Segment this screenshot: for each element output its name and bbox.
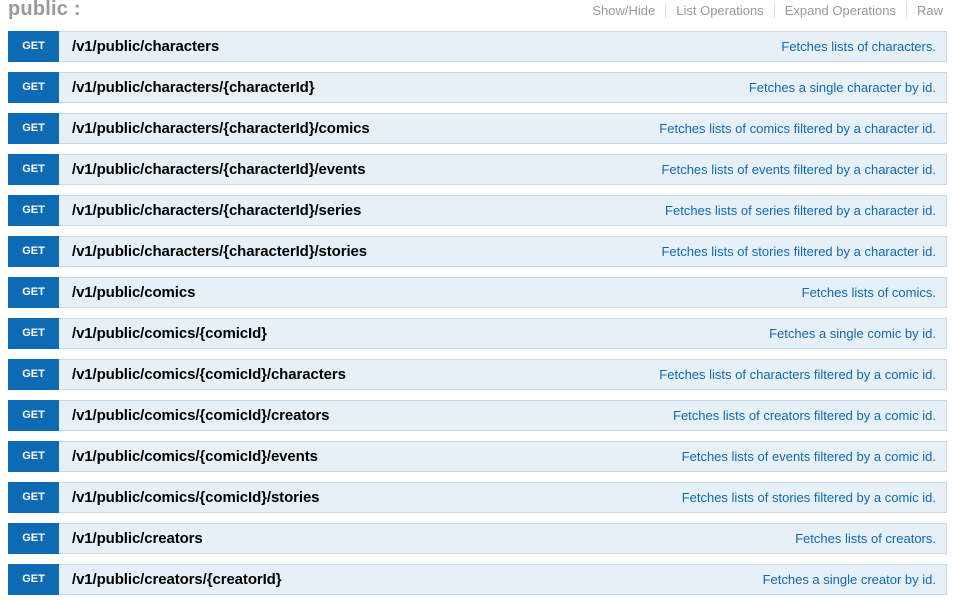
- list-operations-link[interactable]: List Operations: [665, 3, 773, 19]
- http-method-badge[interactable]: GET: [8, 564, 59, 595]
- operation-summary[interactable]: Fetches lists of stories filtered by a c…: [682, 483, 936, 512]
- operation-path[interactable]: /v1/public/comics: [72, 278, 195, 307]
- operation-row[interactable]: GET /v1/public/characters/{characterId} …: [8, 72, 947, 103]
- operation-summary[interactable]: Fetches lists of comics filtered by a ch…: [659, 114, 936, 143]
- operation-summary[interactable]: Fetches lists of comics.: [802, 278, 936, 307]
- operation-row[interactable]: GET /v1/public/characters Fetches lists …: [8, 31, 947, 62]
- http-method-badge[interactable]: GET: [8, 482, 59, 513]
- http-method-badge[interactable]: GET: [8, 400, 59, 431]
- operation-row[interactable]: GET /v1/public/creators Fetches lists of…: [8, 523, 947, 554]
- http-method-badge[interactable]: GET: [8, 31, 59, 62]
- resource-header: public : Show/Hide List Operations Expan…: [0, 0, 953, 26]
- resource-title-link[interactable]: public :: [8, 0, 81, 21]
- operation-path[interactable]: /v1/public/comics/{comicId}/events: [72, 442, 318, 471]
- operation-row[interactable]: GET /v1/public/creators/{creatorId} Fetc…: [8, 564, 947, 595]
- operation-summary[interactable]: Fetches lists of series filtered by a ch…: [665, 196, 936, 225]
- operation-summary[interactable]: Fetches lists of events filtered by a co…: [682, 442, 936, 471]
- operation-path[interactable]: /v1/public/characters/{characterId}/stor…: [72, 237, 367, 266]
- operation-row[interactable]: GET /v1/public/characters/{characterId}/…: [8, 154, 947, 185]
- operation-summary[interactable]: Fetches lists of creators filtered by a …: [673, 401, 936, 430]
- operation-row[interactable]: GET /v1/public/characters/{characterId}/…: [8, 236, 947, 267]
- operation-summary[interactable]: Fetches a single character by id.: [749, 73, 936, 102]
- operation-row[interactable]: GET /v1/public/comics/{comicId}/stories …: [8, 482, 947, 513]
- operation-summary[interactable]: Fetches lists of creators.: [795, 524, 936, 553]
- resource-options: Show/Hide List Operations Expand Operati…: [592, 3, 946, 19]
- operation-summary[interactable]: Fetches lists of stories filtered by a c…: [661, 237, 936, 266]
- operation-row[interactable]: GET /v1/public/comics/{comicId}/creators…: [8, 400, 947, 431]
- operation-path[interactable]: /v1/public/comics/{comicId}: [72, 319, 267, 348]
- operation-path[interactable]: /v1/public/characters/{characterId}/even…: [72, 155, 366, 184]
- operation-row[interactable]: GET /v1/public/characters/{characterId}/…: [8, 195, 947, 226]
- operation-row[interactable]: GET /v1/public/comics/{comicId}/characte…: [8, 359, 947, 390]
- operation-summary[interactable]: Fetches a single comic by id.: [769, 319, 936, 348]
- operation-row[interactable]: GET /v1/public/comics/{comicId} Fetches …: [8, 318, 947, 349]
- http-method-badge[interactable]: GET: [8, 277, 59, 308]
- operation-path[interactable]: /v1/public/comics/{comicId}/stories: [72, 483, 320, 512]
- http-method-badge[interactable]: GET: [8, 113, 59, 144]
- http-method-badge[interactable]: GET: [8, 318, 59, 349]
- http-method-badge[interactable]: GET: [8, 195, 59, 226]
- operation-path[interactable]: /v1/public/characters/{characterId}: [72, 73, 315, 102]
- operation-summary[interactable]: Fetches a single creator by id.: [763, 565, 936, 594]
- operation-row[interactable]: GET /v1/public/comics Fetches lists of c…: [8, 277, 947, 308]
- operation-path[interactable]: /v1/public/comics/{comicId}/characters: [72, 360, 346, 389]
- http-method-badge[interactable]: GET: [8, 72, 59, 103]
- operation-summary[interactable]: Fetches lists of characters.: [781, 32, 936, 61]
- http-method-badge[interactable]: GET: [8, 359, 59, 390]
- http-method-badge[interactable]: GET: [8, 236, 59, 267]
- operation-path[interactable]: /v1/public/comics/{comicId}/creators: [72, 401, 329, 430]
- expand-operations-link[interactable]: Expand Operations: [773, 3, 906, 19]
- operation-summary[interactable]: Fetches lists of events filtered by a ch…: [661, 155, 936, 184]
- operation-path[interactable]: /v1/public/characters/{characterId}/seri…: [72, 196, 361, 225]
- operation-row[interactable]: GET /v1/public/characters/{characterId}/…: [8, 113, 947, 144]
- operation-path[interactable]: /v1/public/creators: [72, 524, 203, 553]
- http-method-badge[interactable]: GET: [8, 441, 59, 472]
- operation-path[interactable]: /v1/public/characters/{characterId}/comi…: [72, 114, 370, 143]
- raw-link[interactable]: Raw: [905, 3, 946, 19]
- operation-path[interactable]: /v1/public/creators/{creatorId}: [72, 565, 282, 594]
- http-method-badge[interactable]: GET: [8, 523, 59, 554]
- operation-path[interactable]: /v1/public/characters: [72, 32, 219, 61]
- operation-summary[interactable]: Fetches lists of characters filtered by …: [659, 360, 936, 389]
- show-hide-link[interactable]: Show/Hide: [592, 3, 665, 19]
- operation-row[interactable]: GET /v1/public/comics/{comicId}/events F…: [8, 441, 947, 472]
- operations-list: GET /v1/public/characters Fetches lists …: [8, 31, 947, 601]
- http-method-badge[interactable]: GET: [8, 154, 59, 185]
